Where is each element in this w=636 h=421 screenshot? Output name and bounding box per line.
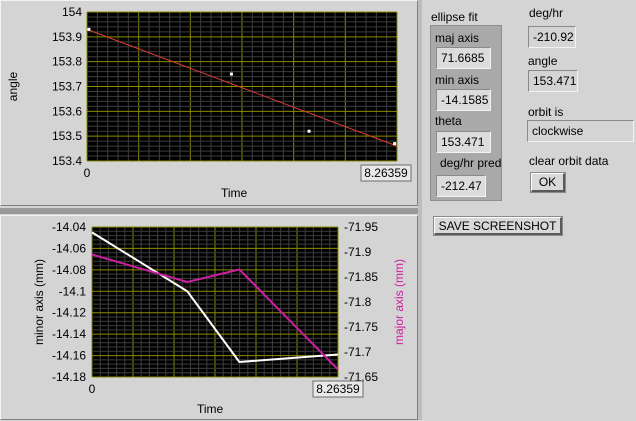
clear-orbit-label: clear orbit data: [529, 154, 609, 168]
y-tick-label: 153.8: [52, 55, 82, 69]
y-tick-label: 153.4: [52, 154, 82, 168]
y-tick-label: 153.9: [52, 30, 82, 44]
data-point: [87, 27, 91, 31]
angle-value: 153.471: [528, 70, 578, 92]
axes-chart: -14.04 -14.06 -14.08 -14.1 -14.12 -14.14 -14.1…: [32, 220, 406, 398]
y-tick-label: 154: [62, 5, 82, 19]
x-tick-label: 0: [84, 166, 91, 180]
left-y-tick-label: -14.14: [52, 327, 86, 341]
maj-axis-value[interactable]: 71.6685: [436, 47, 491, 69]
ellipse-fit-cluster: maj axis 71.6685 min axis -14.1585 theta…: [430, 25, 502, 201]
left-y-tick-label: -14.18: [52, 370, 86, 384]
right-y-tick-label: -71.9: [344, 245, 372, 259]
right-y-tick-label: -71.8: [344, 295, 372, 309]
y-tick-label: 153.5: [52, 129, 82, 143]
deghr-label: deg/hr: [529, 6, 564, 20]
axes-chart-xlabel: Time: [197, 402, 224, 416]
right-y-tick-label: -71.95: [344, 220, 378, 234]
minor-axis-ylabel: minor axis (mm): [32, 259, 46, 345]
orbit-value: clockwise: [527, 120, 634, 142]
major-axis-ylabel: major axis (mm): [392, 259, 406, 345]
angle-chart-xlabel: Time: [221, 186, 248, 200]
min-axis-label: min axis: [435, 73, 480, 87]
data-point: [393, 142, 397, 146]
data-point: [229, 72, 233, 76]
angle-label: angle: [528, 54, 558, 68]
clear-orbit-ok-button[interactable]: OK: [530, 172, 566, 193]
vertical-divider: [418, 0, 422, 420]
theta-label: theta: [435, 114, 462, 128]
left-y-tick-label: -14.08: [52, 263, 86, 277]
maj-axis-label: maj axis: [435, 31, 480, 45]
left-y-tick-label: -14.16: [52, 349, 86, 363]
ellipse-fit-title: ellipse fit: [431, 10, 478, 24]
angle-chart-panel: 154 153.9 153.8 153.7 153.6 153.5 153.4 0 8.2635…: [0, 0, 418, 206]
deghr-value: -210.92: [528, 26, 576, 48]
orbit-label: orbit is: [528, 105, 564, 119]
data-point: [307, 129, 311, 133]
min-axis-value[interactable]: -14.1585: [436, 89, 491, 111]
angle-chart: 154 153.9 153.8 153.7 153.6 153.5 153.40 8.2635…: [6, 5, 412, 182]
save-screenshot-button[interactable]: SAVE SCREENSHOT: [433, 216, 563, 236]
left-y-tick-label: -14.04: [52, 220, 86, 234]
deghr-pred-label: deg/hr pred: [440, 156, 502, 170]
x-tick-label: 0: [89, 382, 96, 396]
y-tick-label: 153.6: [52, 104, 82, 118]
y-tick-label: 153.7: [52, 80, 82, 94]
right-y-tick-label: -71.75: [344, 320, 378, 334]
deghr-pred-value[interactable]: -212.47: [436, 175, 486, 197]
theta-value[interactable]: 153.471: [436, 131, 491, 153]
left-y-tick-label: -14.06: [52, 241, 86, 255]
x-tick-label: 8.26359: [364, 166, 408, 180]
angle-ylabel: angle: [6, 72, 20, 102]
axes-chart-panel: -14.04 -14.06 -14.08 -14.1 -14.12 -14.14 -14.1…: [0, 215, 418, 420]
right-y-tick-label: -71.7: [344, 345, 372, 359]
panel-divider: [0, 208, 420, 214]
left-y-tick-label: -14.12: [52, 306, 86, 320]
left-y-tick-label: -14.1: [59, 284, 87, 298]
right-y-tick-label: -71.85: [344, 270, 378, 284]
x-tick-label: 8.26359: [316, 382, 360, 396]
